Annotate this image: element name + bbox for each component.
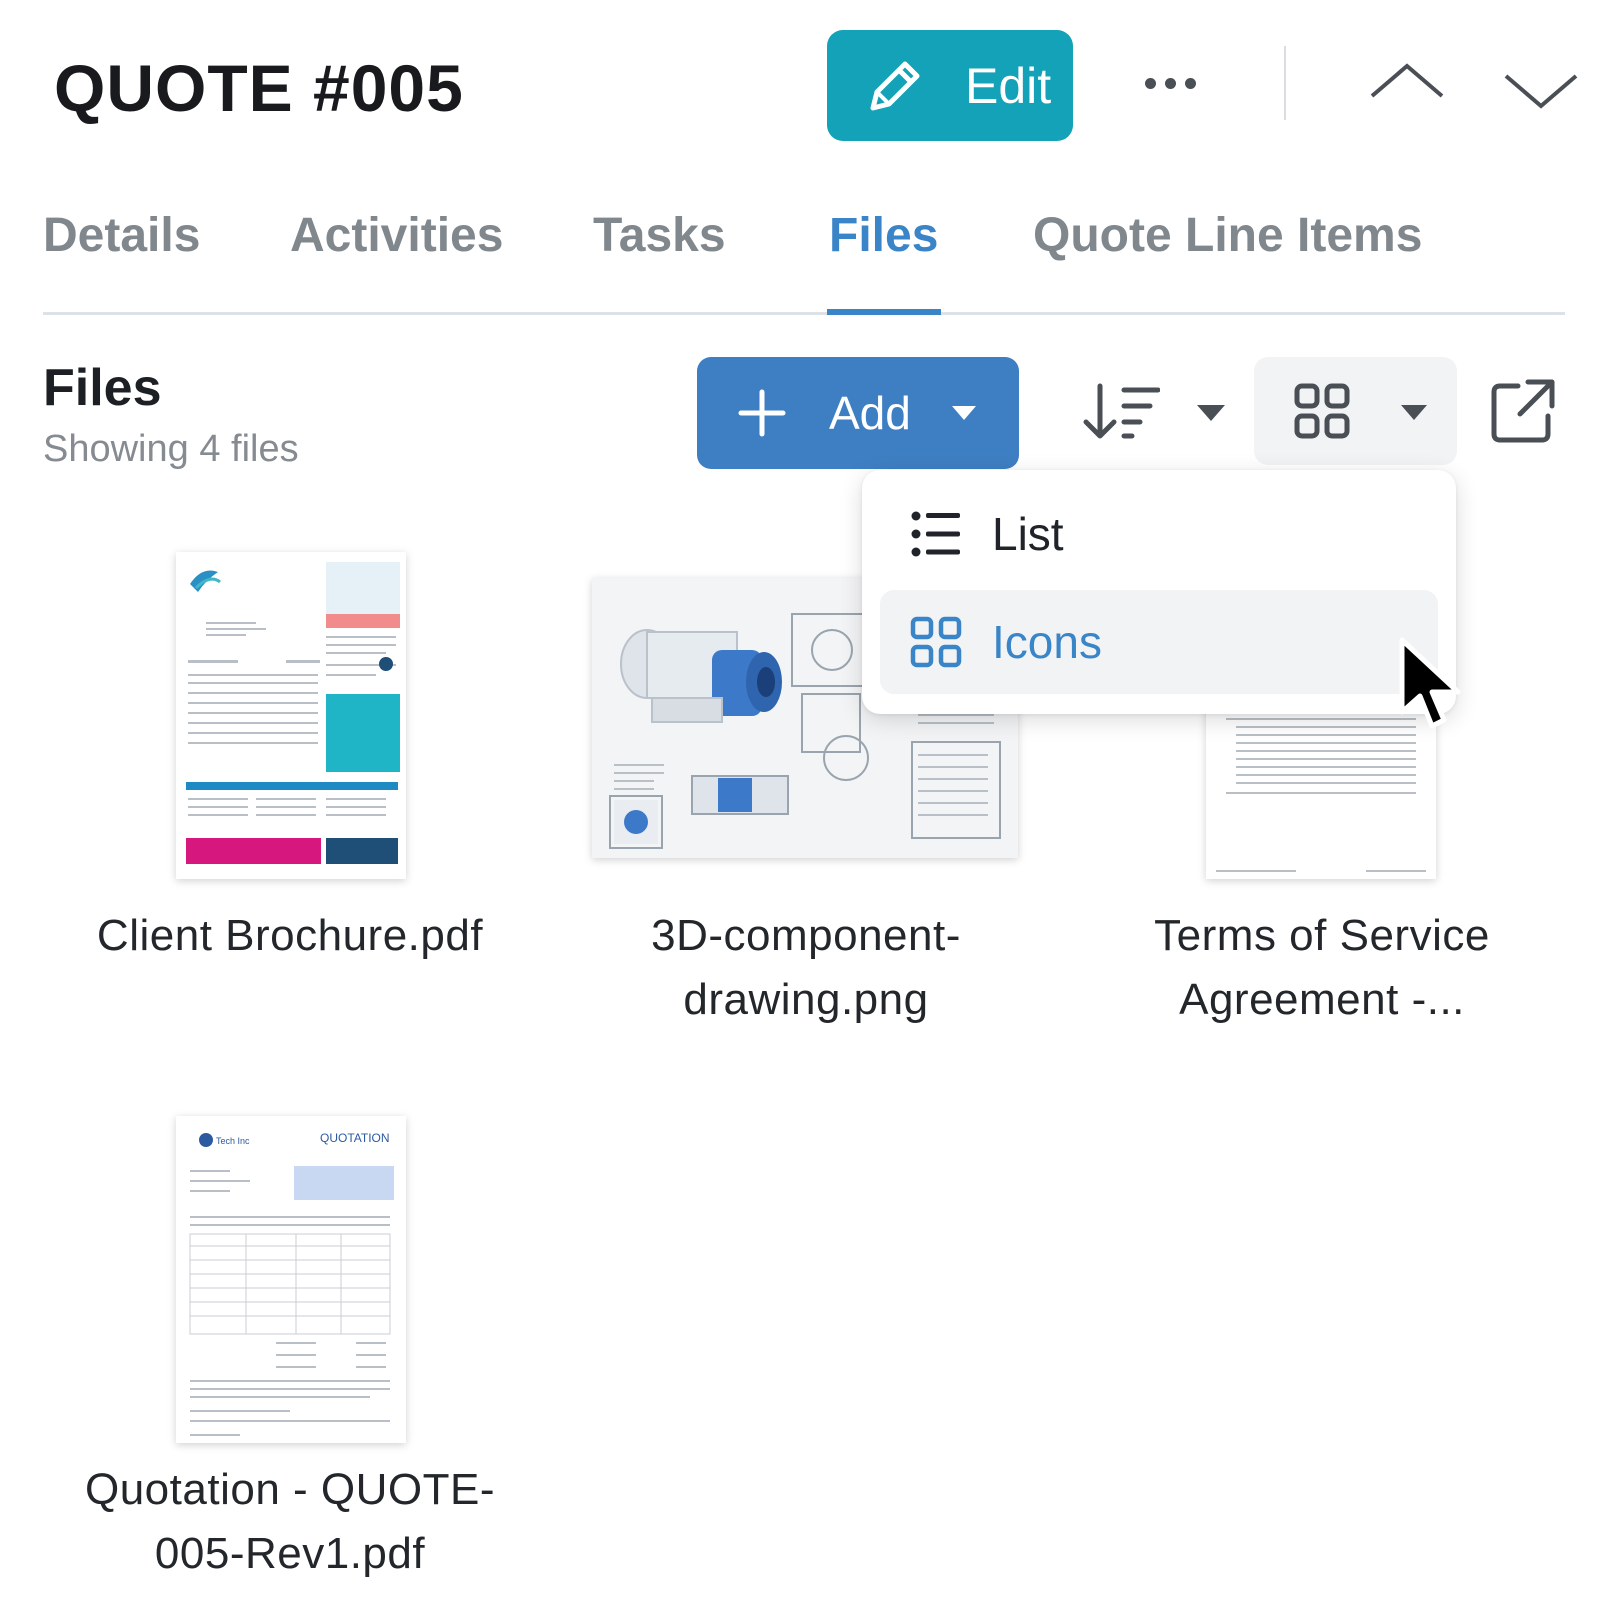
file-thumbnail[interactable]: Tech Inc QUOTATION: [176, 1116, 406, 1443]
more-options-icon[interactable]: [1140, 58, 1200, 108]
brochure-preview: [186, 562, 400, 864]
caret-down-icon: [1401, 405, 1427, 420]
file-name[interactable]: Client Brochure.pdf: [60, 904, 520, 968]
tab-bar: Details Activities Tasks Files Quote Lin…: [43, 200, 1565, 315]
chevron-up-icon[interactable]: [1366, 58, 1448, 108]
menu-item-label: Icons: [992, 616, 1102, 668]
mouse-cursor-icon: [1399, 637, 1461, 729]
grid-icon: [1294, 383, 1350, 439]
header-divider: [1284, 46, 1286, 120]
tab-activities[interactable]: Activities: [290, 208, 503, 263]
page-title: QUOTE #005: [54, 51, 464, 125]
svg-text:QUOTATION: QUOTATION: [320, 1131, 390, 1145]
pencil-icon: [870, 61, 920, 110]
list-icon: [911, 511, 960, 557]
section-title: Files: [43, 359, 162, 417]
quotation-preview: Tech Inc QUOTATION: [189, 1131, 394, 1436]
grid-icon: [910, 616, 962, 668]
external-link-icon[interactable]: [1490, 378, 1556, 444]
plus-icon: [738, 389, 786, 437]
add-file-button[interactable]: Add: [697, 357, 1019, 469]
tab-details[interactable]: Details: [43, 208, 200, 263]
edit-button-label: Edit: [965, 57, 1052, 114]
sort-icon[interactable]: [1080, 380, 1160, 444]
chevron-down-icon[interactable]: [1500, 66, 1582, 116]
file-name[interactable]: 3D-component- drawing.png: [576, 904, 1036, 1032]
active-tab-indicator: [827, 309, 941, 315]
menu-item-icons[interactable]: Icons: [880, 590, 1438, 694]
tab-quote-line-items[interactable]: Quote Line Items: [1033, 208, 1422, 263]
file-name[interactable]: Quotation - QUOTE- 005-Rev1.pdf: [60, 1458, 520, 1586]
view-mode-menu: List Icons: [862, 470, 1456, 714]
file-count: Showing 4 files: [43, 428, 299, 470]
add-button-label: Add: [829, 387, 911, 439]
menu-item-list[interactable]: List: [880, 482, 1438, 586]
edit-button[interactable]: Edit: [827, 30, 1073, 141]
menu-item-label: List: [992, 508, 1064, 560]
file-thumbnail[interactable]: [176, 552, 406, 879]
sort-caret-down-icon[interactable]: [1196, 404, 1226, 422]
tab-tasks[interactable]: Tasks: [593, 208, 726, 263]
tab-files[interactable]: Files: [829, 208, 938, 263]
caret-down-icon: [951, 406, 976, 420]
file-name[interactable]: Terms of Service Agreement -...: [1092, 904, 1552, 1032]
view-toggle-button[interactable]: [1254, 357, 1457, 465]
svg-text:Tech Inc: Tech Inc: [216, 1136, 250, 1146]
